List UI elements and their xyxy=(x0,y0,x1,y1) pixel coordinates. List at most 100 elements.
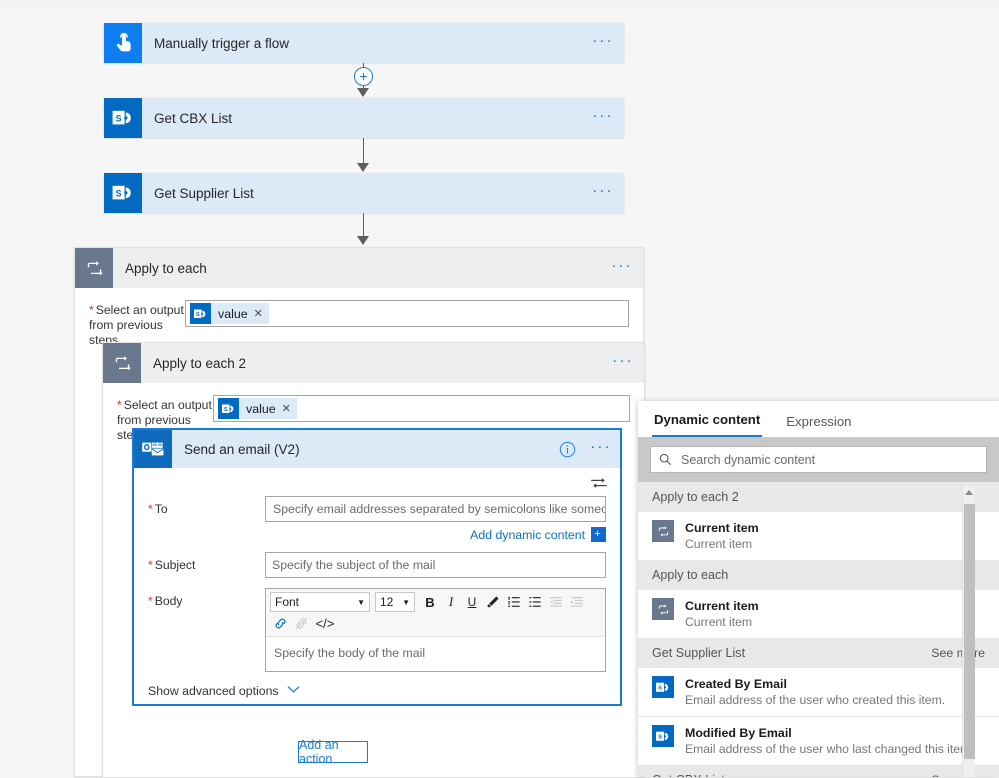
email-subject-placeholder: Specify the subject of the mail xyxy=(272,558,435,572)
indent-increase-icon[interactable] xyxy=(567,592,587,612)
email-to-input[interactable]: Specify email addresses separated by sem… xyxy=(265,496,606,522)
token-remove-button[interactable]: ✕ xyxy=(282,402,291,415)
field-label-line1: Select an output xyxy=(96,303,184,317)
see-more-link[interactable]: See more xyxy=(931,646,985,660)
dynamic-content-item[interactable]: S Created By Email Email address of the … xyxy=(638,668,999,716)
field-label-line1: Select an output xyxy=(124,398,212,412)
numbered-list-icon[interactable] xyxy=(504,592,524,612)
token-remove-button[interactable]: ✕ xyxy=(254,307,263,320)
action-send-an-email[interactable]: Send an email (V2) ··· xyxy=(132,428,622,706)
italic-button[interactable]: I xyxy=(441,592,461,612)
svg-text:S: S xyxy=(658,685,662,691)
chevron-down-icon: ▼ xyxy=(357,598,365,607)
dynamic-token-value[interactable]: S value ✕ xyxy=(218,398,297,419)
link-icon[interactable] xyxy=(270,613,290,633)
flow-step-get-cbx-list[interactable]: S Get CBX List ··· xyxy=(104,98,624,138)
show-advanced-options-label: Show advanced options xyxy=(148,684,279,698)
panel-scrollbar[interactable] xyxy=(962,486,975,777)
sharepoint-icon: S xyxy=(652,725,674,747)
tab-dynamic-content[interactable]: Dynamic content xyxy=(652,412,762,437)
email-subject-input[interactable]: Specify the subject of the mail xyxy=(265,552,606,578)
required-marker: * xyxy=(148,502,153,516)
scope-header[interactable]: Apply to each ··· xyxy=(75,248,643,288)
dynamic-content-item[interactable]: Current item Current item xyxy=(638,512,999,560)
sharepoint-icon: S xyxy=(104,98,142,138)
scope-header[interactable]: Apply to each 2 ··· xyxy=(103,343,644,383)
required-marker: * xyxy=(148,558,153,572)
scroll-up-arrow-icon[interactable] xyxy=(965,490,973,495)
scrollbar-thumb[interactable] xyxy=(964,504,975,759)
dynamic-item-name: Current item xyxy=(685,521,759,535)
required-marker: * xyxy=(89,303,94,317)
dynamic-item-name: Created By Email xyxy=(685,677,787,691)
loop-icon xyxy=(75,248,113,288)
email-body-label: *Body xyxy=(148,588,265,608)
sharepoint-icon: S xyxy=(652,676,674,698)
dynamic-item-desc: Current item xyxy=(685,615,752,629)
outlook-icon xyxy=(134,430,172,468)
dynamic-content-item[interactable]: Current item Current item xyxy=(638,590,999,638)
dynamic-token-value[interactable]: S value ✕ xyxy=(190,303,269,324)
dynamic-item-desc: Email address of the user who created th… xyxy=(685,693,945,707)
svg-text:S: S xyxy=(116,188,122,198)
dynamic-group-header: Apply to each 2 xyxy=(638,482,999,512)
chevron-down-icon xyxy=(287,685,300,697)
highlighter-icon[interactable] xyxy=(483,592,503,612)
dynamic-item-desc: Email address of the user who last chang… xyxy=(685,742,974,756)
insert-step-button[interactable]: + xyxy=(354,67,373,86)
flow-step-manual-trigger[interactable]: Manually trigger a flow ··· xyxy=(104,23,624,63)
add-dynamic-content-link[interactable]: Add dynamic content xyxy=(470,528,585,542)
search-dynamic-content-input[interactable]: Search dynamic content xyxy=(650,446,987,473)
search-wrapper: Search dynamic content xyxy=(638,437,999,482)
flow-designer-canvas: Manually trigger a flow ··· + S Get CBX … xyxy=(0,0,999,777)
swap-arrows-icon[interactable] xyxy=(590,476,608,490)
add-dynamic-content-plus-button[interactable]: + xyxy=(591,527,606,542)
select-output-input-outer[interactable]: S value ✕ xyxy=(185,300,629,327)
email-title: Send an email (V2) xyxy=(172,430,552,468)
code-view-button[interactable]: </> xyxy=(312,613,338,633)
add-dynamic-content-row: Add dynamic content + xyxy=(134,522,620,544)
chevron-down-icon: ▼ xyxy=(402,598,410,607)
search-placeholder: Search dynamic content xyxy=(681,453,815,467)
step-menu-button[interactable]: ··· xyxy=(582,98,624,138)
connector-arrow xyxy=(357,236,369,245)
step-menu-button[interactable]: ··· xyxy=(582,23,624,63)
bold-button[interactable]: B xyxy=(420,592,440,612)
email-header[interactable]: Send an email (V2) ··· xyxy=(134,430,620,468)
font-size-select[interactable]: 12 ▼ xyxy=(375,592,415,612)
required-marker: * xyxy=(148,594,153,608)
scope-menu-button[interactable]: ··· xyxy=(601,248,643,288)
select-output-input-inner[interactable]: S value ✕ xyxy=(213,395,630,422)
flow-step-get-supplier-list[interactable]: S Get Supplier List ··· xyxy=(104,173,624,213)
info-icon[interactable] xyxy=(552,430,582,468)
indent-decrease-icon[interactable] xyxy=(546,592,566,612)
bulleted-list-icon[interactable] xyxy=(525,592,545,612)
top-band xyxy=(0,0,999,8)
underline-button[interactable]: U xyxy=(462,592,482,612)
add-an-action-button[interactable]: Add an action xyxy=(298,741,368,763)
scope-apply-to-each: Apply to each ··· *Select an output from… xyxy=(74,247,644,777)
email-body-editor[interactable]: Font ▼ 12 ▼ B I U xyxy=(265,588,606,672)
see-more-link[interactable]: See more xyxy=(931,773,985,777)
email-body-placeholder[interactable]: Specify the body of the mail xyxy=(266,637,605,671)
step-menu-button[interactable]: ··· xyxy=(582,173,624,213)
scope-title: Apply to each xyxy=(113,248,601,288)
email-to-row: *To Specify email addresses separated by… xyxy=(134,492,620,522)
show-advanced-options-row[interactable]: Show advanced options xyxy=(134,672,620,712)
dynamic-group-name: Apply to each 2 xyxy=(652,490,739,504)
field-label: *Select an output from previous steps xyxy=(89,300,185,348)
email-subject-row: *Subject Specify the subject of the mail xyxy=(134,544,620,578)
connector-arrow xyxy=(357,88,369,97)
scope-menu-button[interactable]: ··· xyxy=(602,343,644,383)
email-to-label: *To xyxy=(148,496,265,516)
dynamic-content-item[interactable]: S Modified By Email Email address of the… xyxy=(638,716,999,765)
dynamic-group-name: Apply to each xyxy=(652,568,728,582)
font-family-value: Font xyxy=(275,595,299,609)
email-body-row: *Body Font ▼ 12 ▼ B xyxy=(134,578,620,672)
scope-title: Apply to each 2 xyxy=(141,343,602,383)
font-size-value: 12 xyxy=(380,595,393,609)
email-menu-button[interactable]: ··· xyxy=(582,430,620,468)
tab-expression[interactable]: Expression xyxy=(784,414,853,437)
font-family-select[interactable]: Font ▼ xyxy=(270,592,370,612)
flow-step-title: Manually trigger a flow xyxy=(142,23,582,63)
